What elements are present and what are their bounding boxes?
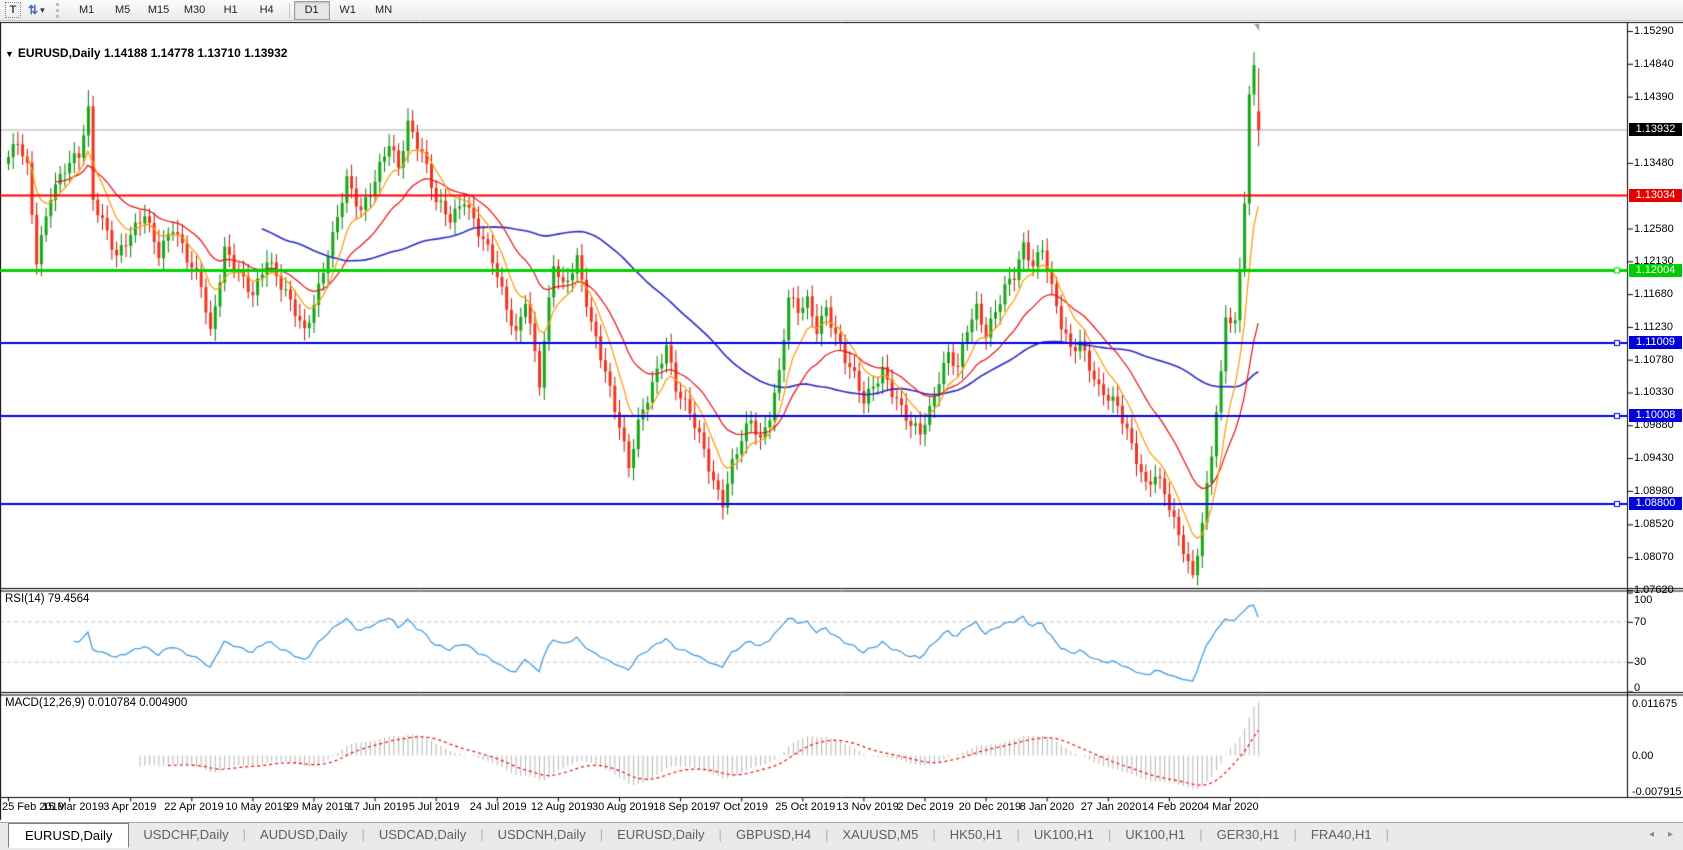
date-label: 7 Oct 2019: [714, 801, 768, 813]
price-line-badge[interactable]: 1.13034: [1629, 189, 1682, 202]
date-label: 22 Apr 2019: [164, 801, 223, 813]
chart-dropdown-caret: ▼: [5, 49, 14, 59]
price-tick-label: 1.11230: [1634, 321, 1673, 333]
chevron-down-icon: ▾: [40, 5, 45, 16]
chart-tab-bar: EURUSD,DailyUSDCHF,Daily|AUDUSD,Daily|US…: [0, 822, 1683, 850]
chart-tabs: EURUSD,DailyUSDCHF,Daily|AUDUSD,Daily|US…: [0, 823, 1389, 848]
date-label: 10 May 2019: [225, 801, 289, 813]
tab-ger30-h1[interactable]: GER30,H1: [1203, 823, 1294, 845]
date-label: 12 Aug 2019: [531, 801, 593, 813]
tab-usdcnh-daily[interactable]: USDCNH,Daily: [484, 823, 600, 845]
price-tick-label: 1.10780: [1634, 354, 1674, 366]
timeframe-button-w1[interactable]: W1: [330, 1, 366, 20]
date-label: 4 Mar 2020: [1203, 801, 1259, 813]
rsi-indicator-label: RSI(14) 79.4564: [5, 593, 89, 605]
tab-uk100-h1[interactable]: UK100,H1: [1111, 823, 1199, 845]
chart-ohlc-text: EURUSD,Daily 1.14188 1.14778 1.13710 1.1…: [18, 46, 288, 60]
price-line-badge[interactable]: 1.11009: [1629, 336, 1682, 349]
timeframe-button-d1[interactable]: D1: [294, 1, 330, 20]
price-tick-label: 1.09430: [1634, 452, 1674, 464]
toolbar-separator: [289, 3, 290, 18]
timeframe-button-group: M1M5M15M30H1H4 D1W1MN: [69, 1, 402, 20]
tab-usdcad-daily[interactable]: USDCAD,Daily: [365, 823, 480, 845]
rsi-axis-label: 70: [1634, 616, 1646, 628]
date-label: 30 Aug 2019: [592, 801, 654, 813]
timeframe-button-mn[interactable]: MN: [366, 1, 402, 20]
rsi-axis-label: 30: [1634, 656, 1646, 668]
tab-eurusd-daily[interactable]: EURUSD,Daily: [603, 823, 718, 845]
date-label: 3 Apr 2019: [103, 801, 156, 813]
tab-hk50-h1[interactable]: HK50,H1: [936, 823, 1017, 845]
price-tick-label: 1.11680: [1634, 288, 1673, 300]
timeframe-button-m30[interactable]: M30: [177, 1, 213, 20]
timeframe-button-m5[interactable]: M5: [105, 1, 141, 20]
timeframe-button-m15[interactable]: M15: [141, 1, 177, 20]
tab-uk100-h1[interactable]: UK100,H1: [1020, 823, 1108, 845]
date-label: 8 Jan 2020: [1020, 801, 1074, 813]
toolbar-grip: [56, 3, 63, 18]
tab-scroll-right-icon[interactable]: ▸: [1668, 829, 1673, 840]
price-line-badge[interactable]: 1.10008: [1629, 409, 1682, 422]
cursor-style-tool-button[interactable]: ⇅ ▾: [23, 2, 50, 19]
date-label: 15 Mar 2019: [42, 801, 104, 813]
price-tick-label: 1.13480: [1634, 157, 1674, 169]
tab-audusd-daily[interactable]: AUDUSD,Daily: [246, 823, 361, 845]
price-line-badge[interactable]: 1.08800: [1629, 497, 1682, 510]
macd-axis-label: 0.011675: [1632, 698, 1677, 710]
tab-separator: |: [1386, 823, 1389, 842]
text-label-tool-button[interactable]: T: [5, 2, 21, 18]
date-label: 5 Jul 2019: [409, 801, 460, 813]
tab-usdchf-daily[interactable]: USDCHF,Daily: [129, 823, 242, 845]
price-tick-label: 1.08070: [1634, 551, 1674, 563]
price-line-badge[interactable]: 1.12004: [1629, 264, 1682, 277]
top-toolbar: T ⇅ ▾ M1M5M15M30H1H4 D1W1MN: [0, 0, 1683, 21]
price-tick-label: 1.14390: [1634, 91, 1674, 103]
date-label: 17 Jun 2019: [348, 801, 409, 813]
rsi-axis-label: 100: [1634, 594, 1652, 606]
date-label: 14 Feb 2020: [1142, 801, 1204, 813]
tab-xauusd-m5[interactable]: XAUUSD,M5: [828, 823, 932, 845]
date-label: 2 Dec 2019: [898, 801, 954, 813]
tab-eurusd-daily[interactable]: EURUSD,Daily: [8, 823, 129, 848]
price-tick-label: 1.14840: [1634, 58, 1674, 70]
date-label: 27 Jan 2020: [1081, 801, 1142, 813]
arrows-icon: ⇅: [28, 3, 38, 17]
price-chart-canvas[interactable]: [0, 21, 1683, 822]
price-tick-label: 1.08520: [1634, 518, 1674, 530]
date-label: 24 Jul 2019: [470, 801, 527, 813]
macd-axis-label: -0.007915: [1632, 786, 1682, 798]
chart-title[interactable]: ▼ EURUSD,Daily 1.14188 1.14778 1.13710 1.…: [5, 46, 287, 60]
timeframe-button-m1[interactable]: M1: [69, 1, 105, 20]
price-line-badge: 1.13932: [1629, 123, 1682, 136]
macd-indicator-label: MACD(12,26,9) 0.010784 0.004900: [5, 697, 187, 709]
chart-window: ▼ EURUSD,Daily 1.14188 1.14778 1.13710 1.…: [0, 21, 1683, 822]
tab-scroll-left-icon[interactable]: ◂: [1649, 829, 1654, 840]
date-label: 13 Nov 2019: [836, 801, 898, 813]
date-label: 29 May 2019: [287, 801, 351, 813]
date-label: 18 Sep 2019: [653, 801, 715, 813]
price-tick-label: 1.15290: [1634, 25, 1674, 37]
date-label: 20 Dec 2019: [959, 801, 1021, 813]
rsi-axis-label: 0: [1634, 682, 1640, 694]
tab-gbpusd-h4[interactable]: GBPUSD,H4: [722, 823, 825, 845]
tab-scroll-arrows: ◂ ▸: [1649, 823, 1673, 840]
price-tick-label: 1.08980: [1634, 485, 1674, 497]
price-tick-label: 1.10330: [1634, 386, 1674, 398]
price-tick-label: 1.12580: [1634, 223, 1674, 235]
text-tool-icon: T: [10, 4, 17, 16]
macd-axis-label: 0.00: [1632, 750, 1653, 762]
timeframe-button-h1[interactable]: H1: [213, 1, 249, 20]
tab-fra40-h1[interactable]: FRA40,H1: [1297, 823, 1386, 845]
date-label: 25 Oct 2019: [775, 801, 835, 813]
timeframe-button-h4[interactable]: H4: [249, 1, 285, 20]
